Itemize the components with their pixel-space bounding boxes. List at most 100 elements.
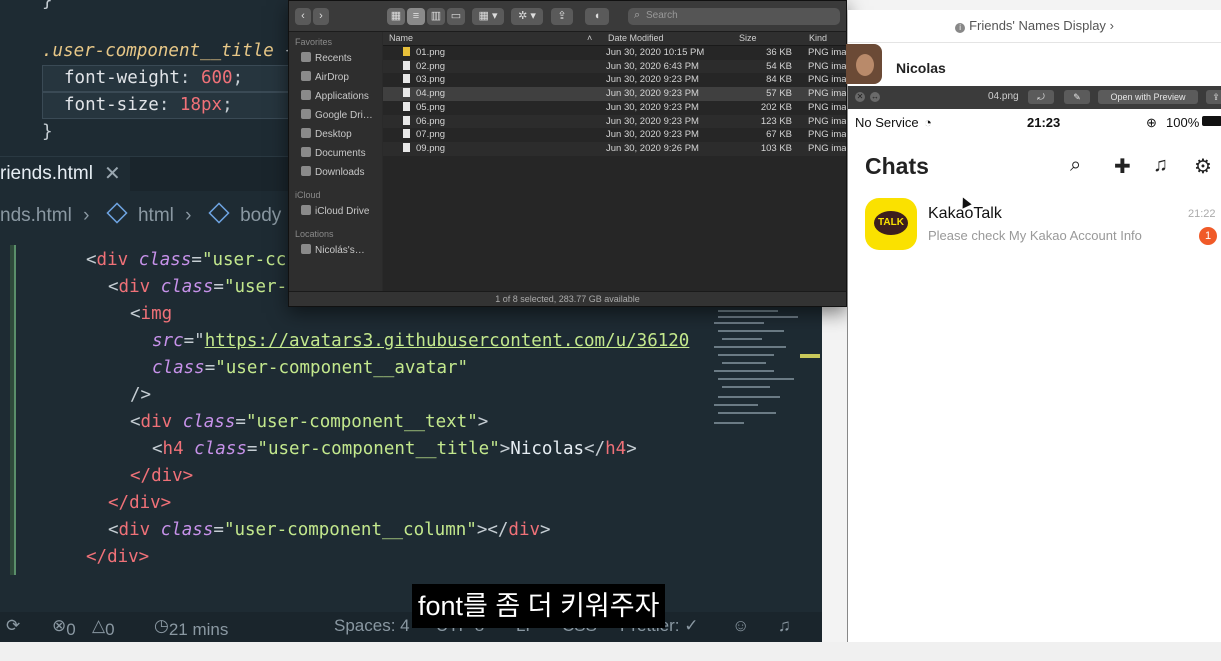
sidebar-item-documents[interactable]: Documents (301, 147, 366, 159)
div-close: </div> (86, 547, 150, 567)
img-tag: img (140, 304, 173, 324)
sidebar-item-desktop[interactable]: Desktop (301, 128, 352, 140)
finder-window[interactable]: ‹ › ▦ ≡ ▥ ▭ ▦ ▾ ✲ ▾ ⇪ ◖ ⌕ Search Favorit… (288, 0, 847, 307)
closing-brace: } (42, 122, 53, 142)
carrier: No Service (855, 115, 919, 130)
error-count[interactable]: ⊗ 0 (52, 616, 76, 639)
class-attr: class (152, 358, 205, 378)
back-button[interactable]: ‹ (295, 8, 311, 25)
close-icon[interactable]: ✕ (855, 92, 865, 102)
info-icon: i (955, 23, 966, 33)
file-row[interactable]: 02.png Jun 30, 2020 6:43 PM 54 KB PNG imag (383, 59, 847, 74)
icon-view-button[interactable]: ▦ (387, 8, 405, 25)
breadcrumb: nds.html › html › body › (0, 202, 305, 227)
file-list[interactable]: Name ˄ Date Modified Size Kind 01.png Jun… (383, 32, 846, 291)
markup-icon[interactable]: ✎ (1064, 90, 1090, 104)
css-declaration: font-size: 18px; (64, 95, 233, 115)
file-name: 05.png (416, 101, 446, 113)
list-view-button[interactable]: ≡ (407, 8, 425, 25)
quick-look-preview[interactable]: ✕ ↔ 04.png ⤾ ✎ Open with Preview ⇪ No Se… (847, 86, 1221, 642)
gear-icon[interactable]: ✲ ▾ (511, 8, 543, 25)
preview-toolbar: ✕ ↔ 04.png ⤾ ✎ Open with Preview ⇪ (848, 86, 1221, 109)
html-line: /> (130, 385, 152, 405)
file-date: Jun 30, 2020 6:43 PM (606, 60, 699, 72)
column-date[interactable]: Date Modified (608, 33, 664, 43)
finder-status: 1 of 8 selected, 283.77 GB available (289, 291, 846, 306)
gear-icon[interactable]: ⚙ (1194, 154, 1212, 179)
file-list-header: Name ˄ Date Modified Size Kind (383, 32, 846, 46)
file-kind: PNG imag (808, 60, 847, 72)
time-tracker[interactable]: ◷ 21 mins (154, 616, 228, 639)
warning-count[interactable]: △ 0 (92, 616, 115, 639)
finder-toolbar: ‹ › ▦ ≡ ▥ ▭ ▦ ▾ ✲ ▾ ⇪ ◖ ⌕ Search (289, 1, 846, 32)
column-kind[interactable]: Kind (809, 33, 827, 43)
sidebar-item-recents[interactable]: Recents (301, 52, 352, 64)
favorites-heading: Favorites (295, 37, 333, 47)
open-with-preview-button[interactable]: Open with Preview (1098, 90, 1198, 104)
file-date: Jun 30, 2020 9:23 PM (606, 88, 699, 100)
forward-button[interactable]: › (313, 8, 329, 25)
file-kind: PNG imag (808, 74, 847, 86)
breadcrumb-html[interactable]: html (138, 205, 174, 226)
search-input[interactable]: ⌕ Search (628, 8, 840, 25)
tag-icon[interactable]: ◖ (585, 8, 609, 25)
tab-label: riends.html (0, 163, 93, 184)
file-row[interactable]: 07.png Jun 30, 2020 9:23 PM 67 KB PNG imag (383, 128, 846, 142)
sidebar-item-google-drive[interactable]: Google Dri… (301, 109, 373, 121)
file-row[interactable]: 01.png Jun 30, 2020 10:15 PM 36 KB PNG imag (383, 46, 846, 60)
bottom-strip (0, 642, 1221, 661)
tab-friends-html[interactable]: riends.html ✕ (0, 157, 130, 191)
src-url[interactable]: https://avatars3.githubusercontent.com/u… (205, 331, 690, 351)
sync-icon[interactable]: ⟳ (6, 616, 20, 636)
music-icon[interactable]: ♫ (1153, 154, 1168, 177)
file-row[interactable]: 03.png Jun 30, 2020 9:23 PM 84 KB PNG imag (383, 73, 846, 87)
h4-text: Nicolas (510, 439, 585, 459)
class-value: "user-component__text" (245, 412, 478, 432)
column-size[interactable]: Size (739, 33, 757, 43)
breadcrumb-file[interactable]: nds.html (0, 205, 72, 226)
sidebar-item-applications[interactable]: Applications (301, 90, 369, 102)
class-value: "user-component__column" (223, 520, 477, 540)
chat-list-item[interactable]: TALK KakaoTalk Please check My Kakao Acc… (848, 194, 1221, 254)
file-row[interactable]: 06.png Jun 30, 2020 9:23 PM 123 KB PNG imag (383, 114, 846, 129)
rotate-icon[interactable]: ⤾ (1028, 90, 1054, 104)
share-icon[interactable]: ⇪ (1206, 90, 1221, 104)
sidebar-item-icloud-drive[interactable]: iCloud Drive (301, 205, 369, 217)
fullscreen-icon[interactable]: ↔ (870, 92, 880, 102)
chat-preview: Please check My Kakao Account Info (928, 228, 1142, 243)
breadcrumb-body[interactable]: body (240, 205, 281, 226)
file-name: 07.png (416, 129, 446, 141)
gallery-view-button[interactable]: ▭ (447, 8, 465, 25)
column-view-button[interactable]: ▥ (427, 8, 445, 25)
cloud-icon (301, 205, 311, 215)
indentation-setting[interactable]: Spaces: 4 (334, 616, 410, 636)
file-size: 202 KB (760, 101, 792, 113)
file-row[interactable]: 09.png Jun 30, 2020 9:26 PM 103 KB PNG imag (383, 141, 846, 156)
group-button[interactable]: ▦ ▾ (472, 8, 504, 25)
html-line: <h4 class="user-component__title">Nicola… (152, 439, 637, 459)
html-line: </div> (108, 490, 171, 517)
share-icon[interactable]: ⇪ (551, 8, 573, 25)
image-file-icon (403, 88, 410, 98)
sidebar-item-computer[interactable]: Nicolás's… (301, 244, 365, 256)
chat-name: KakaoTalk (928, 205, 1002, 222)
finder-sidebar: Favorites Recents AirDrop Applications G… (289, 32, 382, 291)
file-kind: PNG imag (808, 88, 847, 100)
search-icon[interactable]: ⌕ (1070, 154, 1081, 177)
simulator-title[interactable]: i Friends' Names Display › (848, 18, 1221, 33)
file-date: Jun 30, 2020 9:26 PM (606, 142, 699, 154)
sidebar-item-airdrop[interactable]: AirDrop (301, 71, 349, 83)
sidebar-item-downloads[interactable]: Downloads (301, 166, 364, 178)
minimap[interactable] (704, 300, 814, 440)
feedback-icon[interactable]: ☺ (732, 616, 749, 636)
file-row[interactable]: 04.png Jun 30, 2020 9:23 PM 57 KB PNG imag (383, 87, 846, 101)
git-gutter-line (14, 245, 16, 575)
bell-icon[interactable]: ♫ (778, 616, 791, 636)
html-line: </div> (130, 463, 193, 490)
css-declaration: font-weight: 600; (64, 68, 244, 88)
column-name[interactable]: Name (389, 33, 413, 43)
close-icon[interactable]: ✕ (104, 161, 121, 186)
icloud-heading: iCloud (295, 190, 321, 200)
file-row[interactable]: 05.png Jun 30, 2020 9:23 PM 202 KB PNG imag (383, 101, 846, 115)
new-chat-icon[interactable]: ✚ (1114, 154, 1131, 179)
